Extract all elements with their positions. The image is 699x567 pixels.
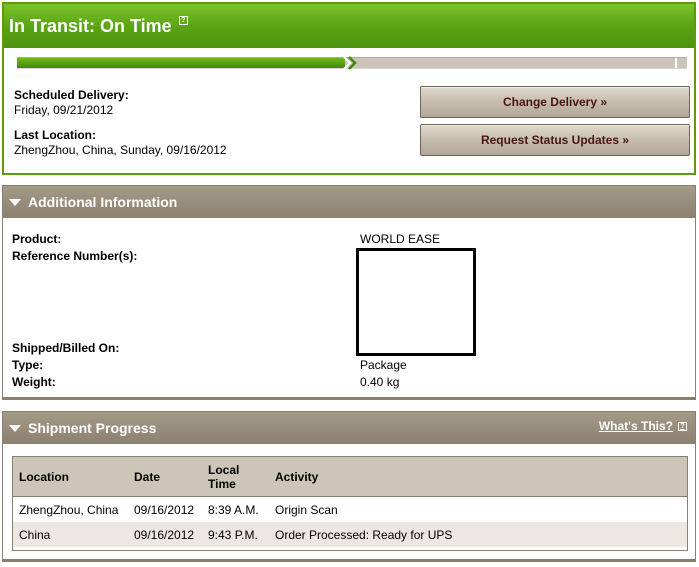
progress-bar xyxy=(17,56,687,70)
column-date: Date xyxy=(134,469,161,484)
redacted-box xyxy=(356,248,476,356)
shipment-progress-header[interactable]: Shipment Progress xyxy=(3,412,695,444)
row-time: 9:43 P.M. xyxy=(208,527,258,542)
additional-information-title: Additional Information xyxy=(28,194,178,210)
progress-chevron-icon xyxy=(343,56,358,70)
row-date: 09/16/2012 xyxy=(134,527,195,542)
last-location-label: Last Location: xyxy=(14,128,97,142)
help-icon[interactable]: ? xyxy=(178,15,188,25)
reference-numbers-label: Reference Number(s): xyxy=(12,249,138,263)
row-date: 09/16/2012 xyxy=(134,502,195,517)
status-title: In Transit: On Time xyxy=(9,15,172,36)
weight-label: Weight: xyxy=(12,375,56,389)
table-header: Location Date Local Time Activity xyxy=(13,457,687,497)
request-status-updates-button[interactable]: Request Status Updates » xyxy=(420,124,690,156)
progress-end-tick xyxy=(675,58,677,68)
shipment-progress-title: Shipment Progress xyxy=(28,420,157,436)
table-row: China 09/16/2012 9:43 P.M. Order Process… xyxy=(13,522,687,547)
column-local-time-line2: Time xyxy=(208,476,236,491)
status-header: In Transit: On Time ? xyxy=(4,4,694,48)
shipment-progress-table: Location Date Local Time Activity ZhengZ… xyxy=(12,456,688,551)
scheduled-delivery-value: Friday, 09/21/2012 xyxy=(14,103,114,117)
product-label: Product: xyxy=(12,232,62,246)
column-local-time: Local Time xyxy=(202,463,269,491)
shipment-progress-panel: Shipment Progress What's This? ? Locatio… xyxy=(2,411,696,562)
type-label: Type: xyxy=(12,358,44,372)
help-icon[interactable]: ? xyxy=(678,421,687,431)
product-value: WORLD EASE xyxy=(360,232,441,246)
scheduled-delivery-label: Scheduled Delivery: xyxy=(14,88,129,102)
weight-value: 0.40 kg xyxy=(360,375,400,389)
row-location: China xyxy=(19,527,51,542)
whats-this-label[interactable]: What's This? xyxy=(599,419,673,433)
progress-fill xyxy=(17,58,346,68)
column-activity: Activity xyxy=(275,469,319,484)
row-location: ZhengZhou, China xyxy=(19,502,119,517)
column-location: Location xyxy=(19,469,69,484)
table-row: ZhengZhou, China 09/16/2012 8:39 A.M. Or… xyxy=(13,497,687,522)
row-activity: Order Processed: Ready for UPS xyxy=(275,527,453,542)
row-activity: Origin Scan xyxy=(275,502,338,517)
shipped-billed-label: Shipped/Billed On: xyxy=(12,341,120,355)
last-location-value: ZhengZhou, China, Sunday, 09/16/2012 xyxy=(14,143,227,157)
status-card: In Transit: On Time ? Scheduled Delivery… xyxy=(2,2,696,175)
whats-this-link[interactable]: What's This? ? xyxy=(599,419,687,433)
change-delivery-button[interactable]: Change Delivery » xyxy=(420,86,690,118)
collapse-caret-icon[interactable] xyxy=(9,198,21,206)
additional-information-panel: Additional Information Product: WORLD EA… xyxy=(2,185,696,400)
row-time: 8:39 A.M. xyxy=(208,502,259,517)
type-value: Package xyxy=(360,358,407,372)
column-local-time-line1: Local xyxy=(208,462,240,477)
additional-information-header[interactable]: Additional Information xyxy=(3,186,695,218)
collapse-caret-icon[interactable] xyxy=(9,424,21,432)
